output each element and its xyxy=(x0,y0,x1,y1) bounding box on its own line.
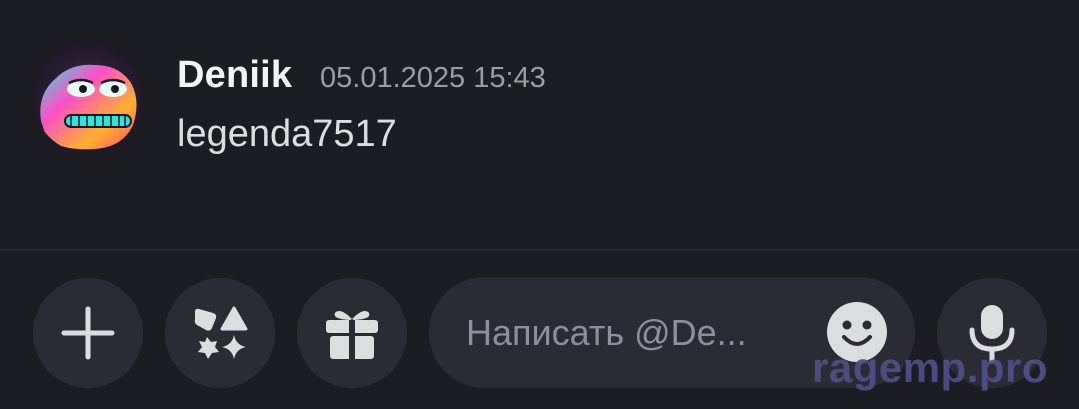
gift-icon xyxy=(326,311,378,361)
chat-message: Deniik 05.01.2025 15:43 legenda7517 xyxy=(0,0,1079,250)
message-text: legenda7517 xyxy=(177,113,397,155)
chat-screen: Deniik 05.01.2025 15:43 legenda7517 Напи… xyxy=(0,0,1079,409)
message-timestamp: 05.01.2025 15:43 xyxy=(320,62,546,94)
gift-button[interactable] xyxy=(297,278,407,388)
divider xyxy=(0,249,1079,251)
avatar-image xyxy=(33,43,143,153)
apps-button[interactable] xyxy=(165,278,275,388)
watermark: ragemp.pro xyxy=(812,344,1049,391)
message-author[interactable]: Deniik xyxy=(177,54,292,97)
attach-button[interactable] xyxy=(33,278,143,388)
apps-icon xyxy=(194,306,248,359)
message-input-placeholder: Написать @De... xyxy=(466,312,747,353)
plus-icon xyxy=(61,306,115,360)
avatar[interactable] xyxy=(33,43,143,153)
